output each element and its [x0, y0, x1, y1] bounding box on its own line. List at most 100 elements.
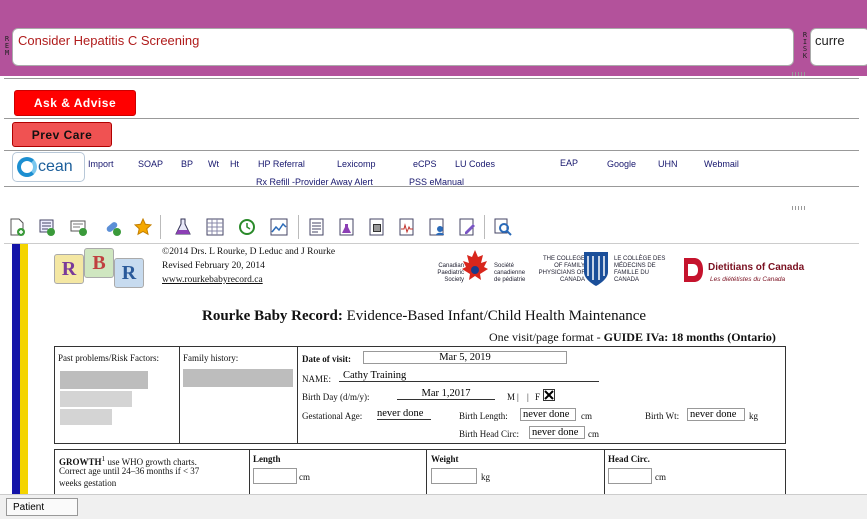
ask-advise-button[interactable]: Ask & Advise	[14, 90, 136, 116]
star-icon[interactable]	[134, 218, 152, 236]
ocean-button[interactable]: cean	[12, 152, 85, 182]
panel-divider	[4, 150, 859, 151]
chart-toolbar	[4, 210, 859, 244]
head-circ-input[interactable]	[608, 468, 652, 484]
name-field[interactable]: Cathy Training	[339, 370, 599, 382]
sex-f-label: F	[535, 392, 541, 402]
dietitians-logo-icon	[684, 258, 703, 282]
table-divider	[249, 450, 250, 494]
dietitians-name-fr: Les diététistes du Canada	[710, 276, 786, 283]
add-template-icon[interactable]	[38, 218, 56, 236]
length-input[interactable]	[253, 468, 297, 484]
new-document-icon[interactable]	[8, 218, 26, 236]
cfpc-crest-icon	[584, 252, 608, 286]
link-eap[interactable]: EAP	[560, 158, 578, 168]
birth-length-field[interactable]: never done	[520, 408, 576, 421]
link-ecps[interactable]: eCPS	[413, 159, 437, 169]
resize-grip[interactable]	[792, 72, 806, 76]
birth-wt-unit: kg	[749, 411, 758, 421]
table-divider	[426, 450, 427, 494]
form-subtitle-pre: One visit/page format -	[489, 330, 604, 344]
link-wt[interactable]: Wt	[208, 159, 219, 169]
document-list-icon[interactable]	[308, 218, 326, 236]
panel-divider	[4, 186, 859, 187]
link-hp-referral[interactable]: HP Referral	[258, 159, 305, 169]
redacted-text	[60, 409, 112, 425]
form-side-strip-blue	[12, 244, 20, 494]
reminder-textbox[interactable]: Consider Hepatitis C Screening	[12, 28, 794, 66]
revision-line: Revised February 20, 2014	[162, 261, 265, 271]
link-google[interactable]: Google	[607, 159, 636, 169]
link-uhn[interactable]: UHN	[658, 159, 678, 169]
sex-divider: |	[527, 392, 529, 402]
birth-length-unit: cm	[581, 411, 592, 421]
edit-document-icon[interactable]	[458, 218, 476, 236]
date-of-visit-label: Date of visit:	[302, 354, 351, 364]
birth-head-unit: cm	[588, 429, 599, 439]
gest-age-field[interactable]: never done	[377, 408, 431, 420]
weight-unit: kg	[481, 472, 490, 482]
panel-divider	[4, 118, 859, 119]
rbr-block: B	[84, 248, 114, 278]
patient-info-table: Past problems/Risk Factors: Family histo…	[54, 346, 786, 444]
calculator-table-icon[interactable]	[206, 218, 224, 236]
birthday-field[interactable]: Mar 1,2017	[397, 388, 495, 400]
head-circ-label: Head Circ.	[608, 454, 650, 464]
past-problems-label: Past problems/Risk Factors:	[58, 353, 159, 363]
pills-icon[interactable]	[104, 218, 122, 236]
link-ht[interactable]: Ht	[230, 159, 239, 169]
patient-tab[interactable]: Patient	[6, 498, 78, 516]
ecg-document-icon[interactable]	[398, 218, 416, 236]
chart-icon[interactable]	[270, 218, 288, 236]
family-history-label: Family history:	[183, 353, 239, 363]
date-of-visit-field[interactable]: Mar 5, 2019	[363, 351, 567, 364]
link-bp[interactable]: BP	[181, 159, 193, 169]
prev-care-button[interactable]: Prev Care	[12, 122, 112, 147]
table-divider	[179, 347, 180, 443]
ocean-logo-icon	[17, 157, 37, 177]
lab-document-icon[interactable]	[338, 218, 356, 236]
person-document-icon[interactable]	[428, 218, 446, 236]
weight-input[interactable]	[431, 468, 477, 484]
cps-name-en: Canadian Paediatric Society	[437, 263, 464, 283]
birth-wt-label: Birth Wt:	[645, 411, 680, 421]
toolbar-separator	[484, 215, 485, 239]
redacted-text	[183, 369, 293, 387]
form-subtitle-guide: GUIDE IVa: 18 months (Ontario)	[603, 330, 776, 344]
link-webmail[interactable]: Webmail	[704, 159, 739, 169]
birth-wt-field[interactable]: never done	[687, 408, 745, 421]
rbr-logo: R B R	[52, 248, 144, 290]
growth-note-line3: weeks gestation	[59, 478, 117, 488]
sex-divider: |	[517, 392, 519, 402]
rourke-form-document: R B R ©2014 Drs. L Rourke, D Leduc and J…	[4, 244, 859, 494]
link-import[interactable]: Import	[88, 159, 114, 169]
ocean-logo-text: cean	[38, 158, 73, 175]
search-note-icon[interactable]	[494, 218, 512, 236]
link-lexicomp[interactable]: Lexicomp	[337, 159, 376, 169]
birth-head-field[interactable]: never done	[529, 426, 585, 439]
redacted-text	[60, 371, 148, 389]
link-soap[interactable]: SOAP	[138, 159, 163, 169]
form-document-icon[interactable]	[368, 218, 386, 236]
cfpc-name-fr: LE COLLÈGE DES MÉDECINS DE FAMILLE DU CA…	[614, 256, 666, 283]
birth-head-label: Birth Head Circ:	[459, 429, 519, 439]
flask-icon[interactable]	[174, 218, 192, 236]
redacted-text	[60, 391, 132, 407]
growth-table: GROWTH1 use WHO growth charts. Correct a…	[54, 449, 786, 494]
toolbar-separator	[298, 215, 299, 239]
cfpc-name-en: THE COLLEGE OF FAMILY PHYSICIANS OF CANA…	[538, 256, 585, 283]
reminder-bar: REM Consider Hepatitis C Screening RISK …	[0, 0, 867, 76]
form-title: Rourke Baby Record: Evidence-Based Infan…	[202, 308, 646, 325]
form-title-rest: Evidence-Based Infant/Child Health Maint…	[342, 308, 647, 324]
website-link[interactable]: www.rourkebabyrecord.ca	[162, 275, 263, 285]
cps-name-fr: Société canadienne de pédiatrie	[494, 263, 526, 283]
form-side-strip-yellow	[20, 244, 28, 494]
history-icon[interactable]	[238, 218, 256, 236]
risk-label: RISK	[802, 31, 808, 60]
name-label: NAME:	[302, 374, 331, 384]
link-lu-codes[interactable]: LU Codes	[455, 159, 495, 169]
add-note-icon[interactable]	[70, 218, 88, 236]
risk-textbox[interactable]: curre	[810, 28, 867, 66]
panel-divider	[4, 78, 859, 79]
sex-f-checkbox[interactable]	[543, 389, 555, 401]
